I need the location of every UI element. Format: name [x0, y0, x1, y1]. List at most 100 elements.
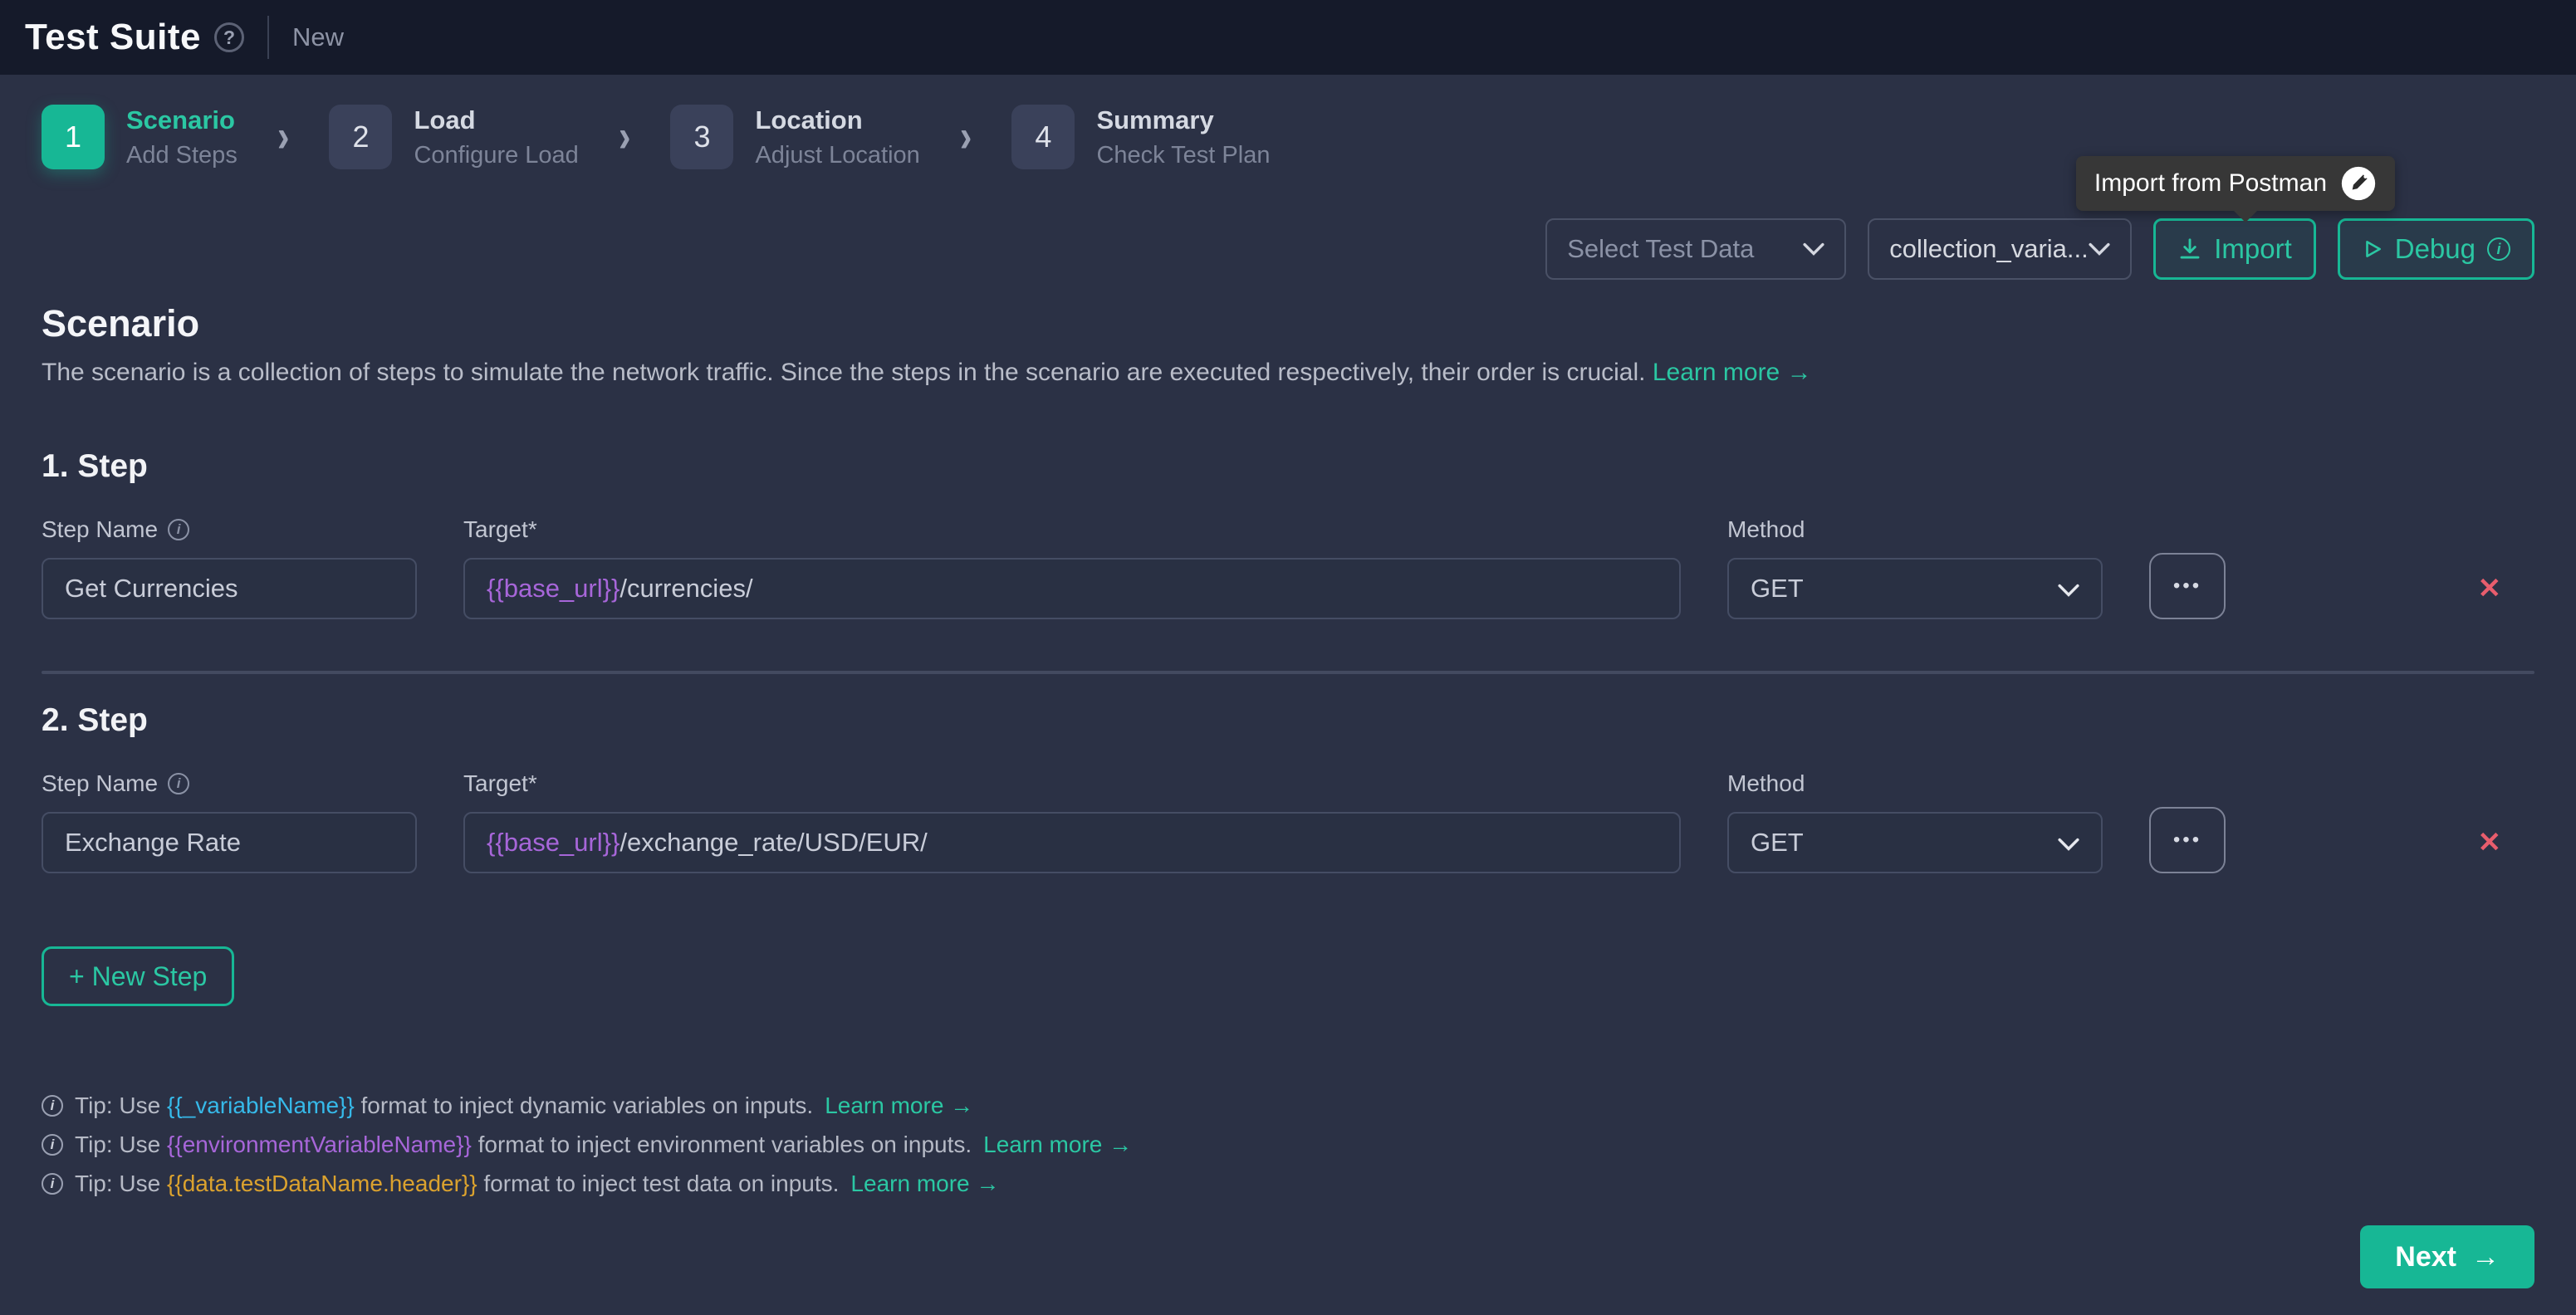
step-2-heading: 2. Step	[42, 702, 148, 738]
chevron-down-icon	[2058, 574, 2079, 604]
tips-section: i Tip: Use {{_variableName}} format to i…	[42, 1093, 2534, 1197]
method-label: Method	[1727, 516, 2103, 543]
target-label-text: Target*	[463, 516, 537, 542]
scenario-toolbar: Import from Postman Select Test Data col…	[42, 156, 2534, 281]
target-variable: {{base_url}}	[487, 828, 620, 857]
step-2-fields: Step Name i Target* {{base_url}}/exchang…	[42, 770, 2534, 873]
tip-text: Tip: Use {{data.testDataName.header}} fo…	[75, 1171, 840, 1196]
step-title: Summary	[1096, 105, 1214, 134]
info-icon: i	[42, 1134, 63, 1156]
import-button[interactable]: Import	[2153, 218, 2316, 280]
app-header: Test Suite ? New	[0, 0, 2576, 75]
method-label: Method	[1727, 770, 2103, 797]
new-step-button[interactable]: + New Step	[42, 946, 235, 1006]
tip-environment-variables: i Tip: Use {{environmentVariableName}} f…	[42, 1132, 2534, 1158]
stepper-item-load[interactable]: 2 Load Configure Load	[329, 105, 579, 169]
step-title: Scenario	[126, 105, 235, 134]
import-button-label: Import	[2214, 233, 2292, 264]
remove-step-button[interactable]: ✕	[2478, 812, 2535, 873]
arrow-right-icon: →	[2471, 1240, 2500, 1273]
chevron-right-icon: ›	[959, 110, 972, 162]
step-subtitle: Configure Load	[414, 141, 579, 169]
target-path: /exchange_rate/USD/EUR/	[620, 828, 928, 857]
play-icon	[2365, 241, 2381, 257]
method-value: GET	[1751, 828, 1804, 857]
tip-learn-more-link[interactable]: Learn more →	[850, 1171, 999, 1197]
tooltip-label: Import from Postman	[2094, 169, 2327, 197]
next-button-label: Next	[2395, 1240, 2456, 1273]
method-label-text: Method	[1727, 770, 1805, 796]
main-content: 1 Scenario Add Steps › 2 Load Configure …	[0, 105, 2576, 1288]
next-button[interactable]: Next →	[2360, 1225, 2534, 1288]
method-value: GET	[1751, 574, 1804, 603]
scenario-description-text: The scenario is a collection of steps to…	[42, 359, 1653, 386]
step-number-badge: 1	[42, 105, 105, 169]
tip-variable: {{data.testDataName.header}}	[167, 1171, 477, 1196]
step-title: Load	[414, 105, 476, 134]
step-name-input[interactable]	[42, 812, 417, 873]
scenario-learn-more-link[interactable]: Learn more →	[1653, 359, 1812, 386]
target-input[interactable]: {{base_url}}/exchange_rate/USD/EUR/	[463, 812, 1681, 873]
step-number-badge: 3	[670, 105, 734, 169]
chevron-right-icon: ›	[277, 110, 290, 162]
help-icon[interactable]: ?	[214, 22, 245, 52]
target-variable: {{base_url}}	[487, 574, 620, 603]
step-subtitle: Check Test Plan	[1096, 141, 1271, 169]
tip-variable: {{environmentVariableName}}	[167, 1132, 472, 1157]
target-label-text: Target*	[463, 770, 537, 796]
remove-step-button[interactable]: ✕	[2478, 558, 2535, 619]
footer-actions: Next →	[42, 1225, 2534, 1288]
tip-dynamic-variables: i Tip: Use {{_variableName}} format to i…	[42, 1093, 2534, 1119]
debug-button-label: Debug	[2394, 233, 2476, 264]
scenario-description: The scenario is a collection of steps to…	[42, 359, 2534, 387]
tip-learn-more-link[interactable]: Learn more →	[825, 1093, 973, 1119]
section-divider	[42, 671, 2534, 674]
info-icon[interactable]: i	[168, 519, 190, 540]
page-title: Test Suite	[25, 17, 202, 57]
download-icon	[2180, 238, 2200, 259]
environment-value: collection_varia...	[1889, 234, 2089, 263]
step-name-label: Step Name i	[42, 516, 417, 543]
step-name-label-text: Step Name	[42, 516, 159, 542]
method-dropdown[interactable]: GET	[1727, 812, 2103, 873]
debug-info-icon[interactable]: i	[2487, 237, 2510, 261]
step-number-badge: 4	[1011, 105, 1075, 169]
chevron-down-icon	[2089, 242, 2110, 256]
step-options-button[interactable]: •••	[2149, 807, 2226, 873]
step-title: Location	[755, 105, 863, 134]
target-input[interactable]: {{base_url}}/currencies/	[463, 558, 1681, 619]
tip-variable: {{_variableName}}	[167, 1093, 355, 1118]
step-1-fields: Step Name i Target* {{base_url}}/currenc…	[42, 516, 2534, 619]
target-label: Target*	[463, 770, 1681, 797]
debug-button[interactable]: Debug i	[2337, 218, 2534, 280]
tip-text: Tip: Use {{environmentVariableName}} for…	[75, 1132, 972, 1157]
step-subtitle: Adjust Location	[755, 141, 920, 169]
info-icon[interactable]: i	[168, 773, 190, 794]
method-label-text: Method	[1727, 516, 1805, 542]
target-path: /currencies/	[620, 574, 753, 603]
step-number-badge: 2	[329, 105, 393, 169]
step-subtitle: Add Steps	[126, 141, 238, 169]
step-name-label-text: Step Name	[42, 770, 159, 796]
select-test-data-placeholder: Select Test Data	[1567, 234, 1755, 263]
tip-test-data: i Tip: Use {{data.testDataName.header}} …	[42, 1171, 2534, 1197]
info-icon: i	[42, 1095, 63, 1117]
stepper-item-scenario[interactable]: 1 Scenario Add Steps	[42, 105, 238, 169]
select-test-data-dropdown[interactable]: Select Test Data	[1545, 218, 1847, 280]
target-label: Target*	[463, 516, 1681, 543]
environment-dropdown[interactable]: collection_varia...	[1868, 218, 2133, 280]
step-name-input[interactable]	[42, 558, 417, 619]
step-options-button[interactable]: •••	[2149, 553, 2226, 619]
tip-learn-more-link[interactable]: Learn more →	[983, 1132, 1132, 1158]
postman-icon	[2341, 166, 2376, 201]
step-name-label: Step Name i	[42, 770, 417, 797]
stepper-item-location[interactable]: 3 Location Adjust Location	[670, 105, 920, 169]
stepper-item-summary[interactable]: 4 Summary Check Test Plan	[1011, 105, 1270, 169]
chevron-down-icon	[1803, 242, 1824, 256]
scenario-section-title: Scenario	[42, 302, 200, 345]
header-divider	[267, 16, 270, 59]
method-dropdown[interactable]: GET	[1727, 558, 2103, 619]
import-from-postman-tooltip: Import from Postman	[2075, 156, 2395, 222]
step-1-heading: 1. Step	[42, 448, 148, 484]
chevron-down-icon	[2058, 828, 2079, 858]
